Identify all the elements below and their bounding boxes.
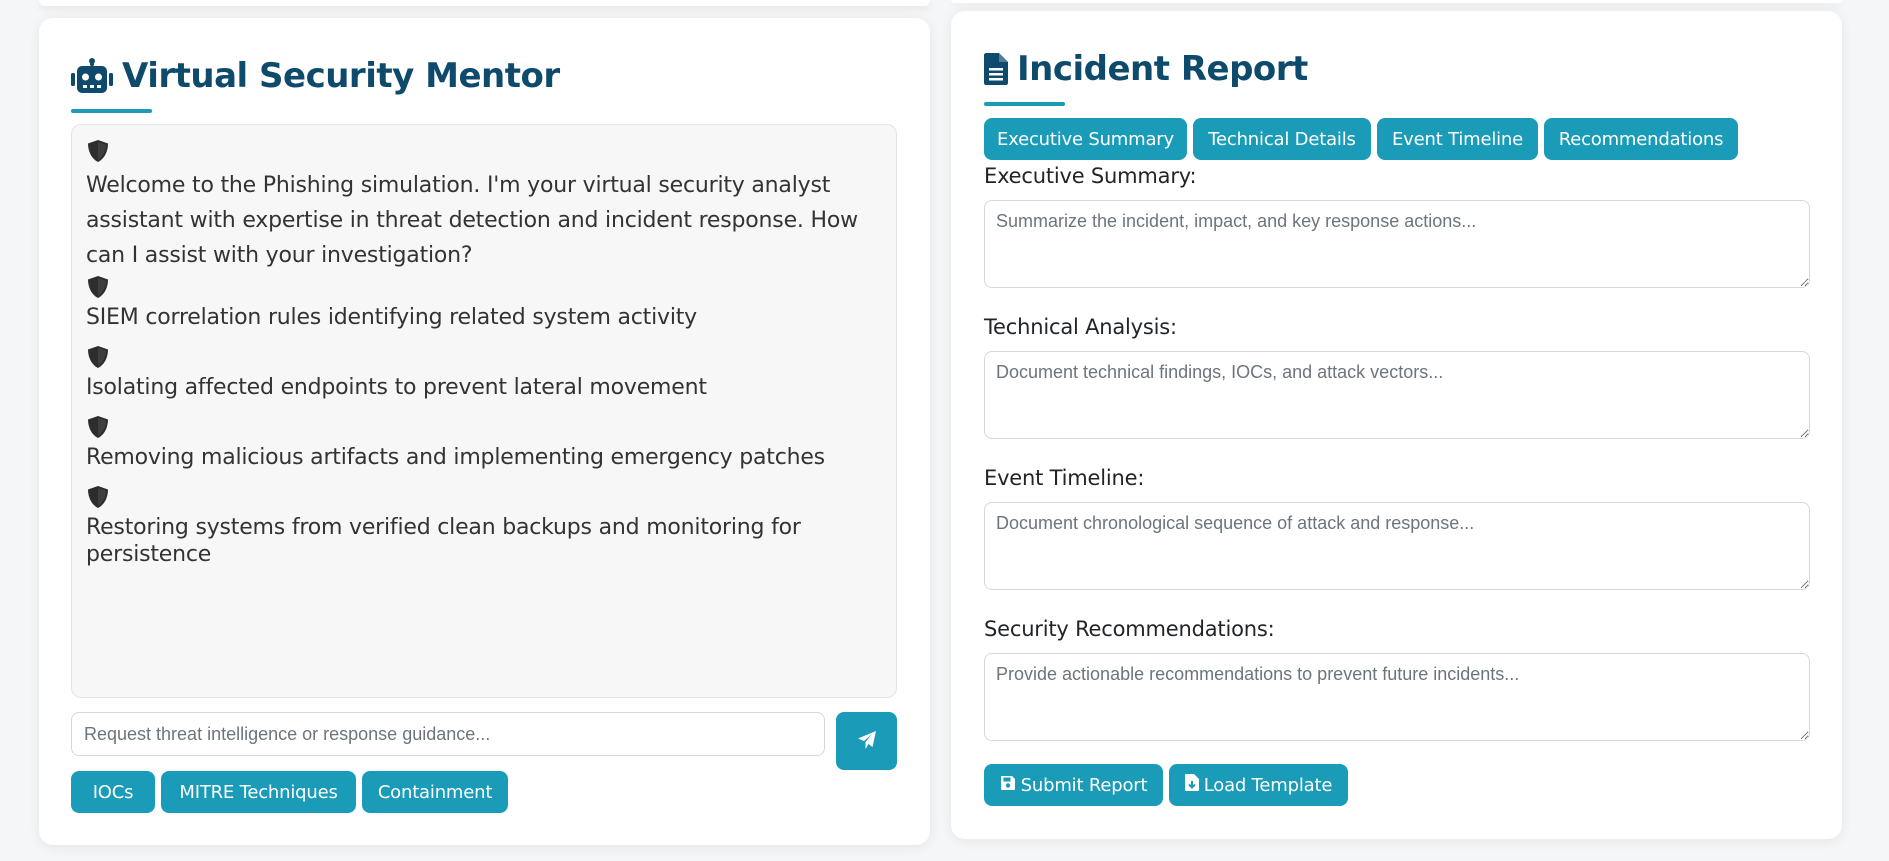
load-template-label: Load Template: [1203, 774, 1333, 796]
executive-summary-field[interactable]: [984, 200, 1810, 288]
chat-messages[interactable]: Welcome to the Phishing simulation. I'm …: [71, 124, 897, 698]
load-template-button[interactable]: Load Template: [1169, 764, 1348, 806]
tab-technical-details[interactable]: Technical Details: [1193, 118, 1371, 160]
quick-action-iocs[interactable]: IOCs: [71, 771, 155, 813]
tab-executive-summary[interactable]: Executive Summary: [984, 118, 1187, 160]
shield-icon: [86, 345, 110, 369]
report-title-text: Incident Report: [1017, 49, 1308, 89]
chat-message-text: SIEM correlation rules identifying relat…: [86, 305, 697, 330]
file-import-icon: [1184, 774, 1199, 796]
paper-plane-icon: [857, 730, 877, 753]
chat-input[interactable]: [71, 712, 825, 756]
robot-icon: [71, 58, 113, 94]
technical-analysis-label: Technical Analysis:: [984, 315, 1177, 339]
previous-card-edge: [39, 0, 930, 6]
event-timeline-label: Event Timeline:: [984, 466, 1145, 490]
submit-report-label: Submit Report: [1020, 774, 1148, 796]
chat-message-text: Restoring systems from verified clean ba…: [86, 515, 801, 567]
chat-message-text: Removing malicious artifacts and impleme…: [86, 445, 825, 470]
title-underline: [71, 109, 152, 113]
tab-recommendations[interactable]: Recommendations: [1544, 118, 1738, 160]
chat-message: Welcome to the Phishing simulation. I'm …: [86, 139, 882, 273]
submit-report-button[interactable]: Submit Report: [984, 764, 1163, 806]
mentor-title-text: Virtual Security Mentor: [122, 56, 560, 96]
tab-event-timeline[interactable]: Event Timeline: [1377, 118, 1538, 160]
mentor-title: Virtual Security Mentor: [71, 56, 560, 96]
shield-icon: [86, 275, 110, 299]
shield-icon: [86, 415, 110, 439]
quick-action-containment[interactable]: Containment: [362, 771, 508, 813]
shield-icon: [86, 485, 110, 509]
event-timeline-field[interactable]: [984, 502, 1810, 590]
chat-message: Isolating affected endpoints to prevent …: [86, 345, 882, 401]
shield-icon: [86, 139, 110, 163]
title-underline: [984, 102, 1065, 106]
quick-action-mitre[interactable]: MITRE Techniques: [161, 771, 356, 813]
security-recommendations-field[interactable]: [984, 653, 1810, 741]
chat-message: Restoring systems from verified clean ba…: [86, 485, 882, 568]
chat-message: Removing malicious artifacts and impleme…: [86, 415, 882, 471]
executive-summary-label: Executive Summary:: [984, 164, 1197, 188]
document-icon: [984, 53, 1008, 85]
chat-message: SIEM correlation rules identifying relat…: [86, 275, 882, 331]
security-recommendations-label: Security Recommendations:: [984, 617, 1275, 641]
virtual-mentor-panel: Virtual Security Mentor Welcome to the P…: [39, 18, 930, 845]
save-icon: [1000, 775, 1016, 796]
report-title: Incident Report: [984, 49, 1308, 89]
previous-card-edge: [951, 0, 1842, 3]
chat-message-text: Welcome to the Phishing simulation. I'm …: [86, 173, 858, 268]
chat-message-text: Isolating affected endpoints to prevent …: [86, 375, 707, 400]
send-button[interactable]: [836, 712, 897, 770]
technical-analysis-field[interactable]: [984, 351, 1810, 439]
incident-report-panel: Incident Report Executive Summary Techni…: [951, 11, 1842, 839]
